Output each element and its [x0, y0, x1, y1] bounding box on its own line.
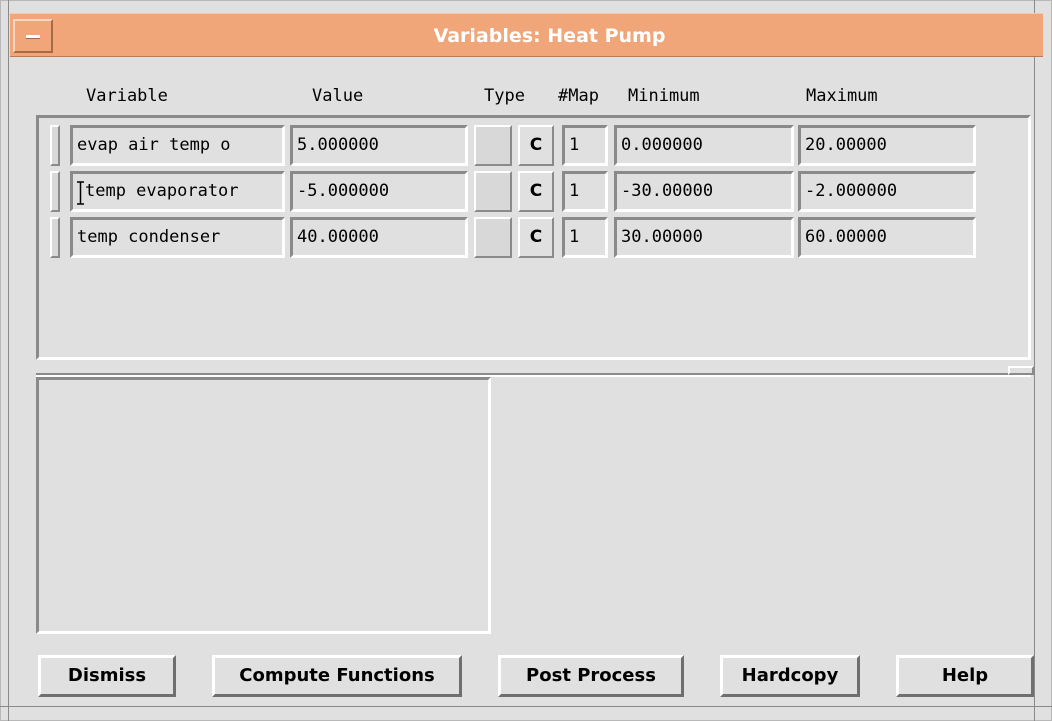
minimum-field[interactable]: 30.00000 — [614, 217, 794, 258]
column-header-minimum: Minimum — [628, 86, 700, 106]
map-field[interactable]: 1 — [562, 125, 608, 166]
window-title: Variables: Heat Pump — [433, 25, 666, 47]
row-select-button[interactable] — [50, 217, 60, 258]
text-cursor-icon — [77, 181, 84, 205]
type-c-button[interactable]: C — [518, 217, 554, 258]
type-c-button[interactable]: C — [518, 171, 554, 212]
window-menu-button[interactable] — [13, 19, 53, 53]
row-select-button[interactable] — [50, 171, 60, 212]
column-header-type: Type — [484, 86, 525, 106]
type-c-button[interactable]: C — [518, 125, 554, 166]
frame-edge-left — [8, 0, 9, 721]
window-menu-icon — [26, 35, 40, 39]
pane-sash-handle[interactable] — [1008, 366, 1034, 375]
maximum-field[interactable]: -2.000000 — [798, 171, 976, 212]
variable-name-field[interactable]: temp condenser — [70, 217, 285, 258]
minimum-field[interactable]: -30.00000 — [614, 171, 794, 212]
maximum-field[interactable]: 60.00000 — [798, 217, 976, 258]
variable-name-field[interactable]: evap air temp o — [70, 125, 285, 166]
compute-functions-button[interactable]: Compute Functions — [212, 655, 462, 697]
help-button[interactable]: Help — [896, 655, 1034, 697]
map-field[interactable]: 1 — [562, 171, 608, 212]
value-field[interactable]: -5.000000 — [290, 171, 468, 212]
type-indicator[interactable] — [474, 125, 512, 166]
column-header-variable: Variable — [86, 86, 168, 106]
minimum-field[interactable]: 0.000000 — [614, 125, 794, 166]
row-select-button[interactable] — [50, 125, 60, 166]
hardcopy-button[interactable]: Hardcopy — [720, 655, 860, 697]
map-field[interactable]: 1 — [562, 217, 608, 258]
dismiss-button[interactable]: Dismiss — [38, 655, 176, 697]
frame-edge-right — [1034, 0, 1035, 721]
variable-name-field[interactable]: temp evaporator — [70, 171, 285, 212]
column-header-maximum: Maximum — [806, 86, 878, 106]
type-indicator[interactable] — [474, 171, 512, 212]
value-field[interactable]: 5.000000 — [290, 125, 468, 166]
maximum-field[interactable]: 20.00000 — [798, 125, 976, 166]
value-field[interactable]: 40.00000 — [290, 217, 468, 258]
message-area — [36, 377, 491, 634]
frame-edge-bottom — [0, 706, 1052, 707]
column-header-value: Value — [312, 86, 364, 106]
post-process-button[interactable]: Post Process — [498, 655, 684, 697]
type-indicator[interactable] — [474, 217, 512, 258]
title-bar[interactable]: Variables: Heat Pump — [10, 13, 1043, 57]
column-header-map: #Map — [558, 86, 599, 106]
